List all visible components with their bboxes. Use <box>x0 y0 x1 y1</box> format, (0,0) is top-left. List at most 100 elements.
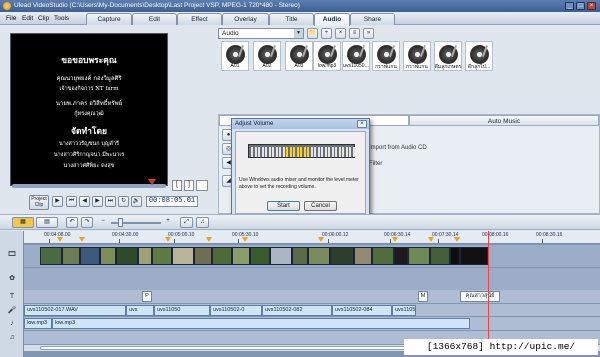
video-track[interactable] <box>24 245 600 267</box>
title-track[interactable]: P M คุณสาวสุนีย์ <box>24 290 600 303</box>
zoom-in-icon[interactable]: + <box>164 217 172 228</box>
video-clip[interactable] <box>330 247 354 265</box>
overlay-track[interactable] <box>24 268 600 290</box>
video-clip[interactable] <box>212 247 232 265</box>
video-clip[interactable] <box>292 247 308 265</box>
video-clip[interactable] <box>270 247 292 265</box>
video-clip[interactable] <box>40 247 62 265</box>
browse-folder-icon[interactable]: 📁 <box>307 28 318 39</box>
video-clip[interactable] <box>372 247 394 265</box>
cancel-button[interactable]: Cancel <box>304 201 337 211</box>
scrubber-handle[interactable] <box>148 179 156 185</box>
tab-effect[interactable]: Effect <box>177 13 222 25</box>
sort-icon[interactable]: ≡ <box>349 28 360 39</box>
chapter-marker[interactable] <box>454 237 460 242</box>
voice-track[interactable]: uvs110502-017.WAV uvs uvs11050 uvs110502… <box>24 304 600 316</box>
audio-clip[interactable]: uvs110502-0 <box>392 305 416 316</box>
end-button[interactable]: ⏭ <box>105 196 116 207</box>
fit-project-icon[interactable]: ⤢ <box>180 217 193 228</box>
chapter-marker[interactable] <box>206 237 212 242</box>
video-clip[interactable] <box>232 247 250 265</box>
close-button[interactable]: × <box>587 2 596 10</box>
undo-icon[interactable]: ↶ <box>66 217 78 228</box>
music-track[interactable]: low.mp3 low.mp3 <box>24 317 600 330</box>
audio-clip[interactable]: uvs110502-017.WAV <box>24 305 126 316</box>
menu-file[interactable]: File <box>6 15 16 22</box>
video-clip[interactable] <box>408 247 430 265</box>
zoom-slider-thumb[interactable] <box>118 218 123 227</box>
video-track-icon: 🎞 <box>7 251 17 258</box>
video-clip[interactable] <box>394 247 408 265</box>
chapter-marker[interactable] <box>57 237 63 242</box>
level-meter-bar <box>268 147 271 157</box>
project-clip-switch[interactable]: Project Clip <box>29 195 49 210</box>
video-clip[interactable] <box>172 247 194 265</box>
maximize-button[interactable]: □ <box>576 2 585 10</box>
video-clip[interactable] <box>62 247 80 265</box>
video-clip[interactable] <box>80 247 100 265</box>
video-clip[interactable] <box>354 247 372 265</box>
redo-icon[interactable]: ↷ <box>81 217 93 228</box>
volume-button[interactable]: 🔊 <box>131 196 142 207</box>
video-clip[interactable] <box>100 247 116 265</box>
repeat-button[interactable]: ↻ <box>118 196 129 207</box>
audio-clip[interactable]: low.mp3 <box>52 318 470 329</box>
video-clip[interactable] <box>460 247 488 265</box>
audio-clip[interactable]: uvs110502-0 <box>210 305 262 316</box>
audio-mixer-icon[interactable]: ♫ <box>196 217 209 228</box>
dialog-close-button[interactable]: × <box>357 120 367 128</box>
home-button[interactable]: ⏮ <box>66 196 77 207</box>
minimize-button[interactable]: _ <box>565 2 574 10</box>
tab-edit[interactable]: Edit <box>132 13 177 25</box>
video-clip[interactable] <box>152 247 172 265</box>
title-clip[interactable]: P <box>142 291 152 302</box>
chapter-marker[interactable] <box>318 237 324 242</box>
title-clip[interactable]: คุณสาวสุนีย์ <box>460 291 500 302</box>
video-clip[interactable] <box>194 247 212 265</box>
chapter-marker[interactable] <box>392 237 398 242</box>
previous-frame-button[interactable]: ◀ <box>79 196 90 207</box>
chapter-marker[interactable] <box>165 237 171 242</box>
start-button[interactable]: Start <box>267 201 300 211</box>
title-clip[interactable]: M <box>418 291 428 302</box>
scrubber-bar[interactable] <box>12 184 166 188</box>
chapter-marker[interactable] <box>242 237 248 242</box>
mark-out-button[interactable]: ] <box>184 180 194 191</box>
audio-clip[interactable]: low.mp3 <box>24 318 52 329</box>
tab-capture[interactable]: Capture <box>86 13 132 25</box>
audio-clip[interactable]: uvs <box>126 305 154 316</box>
delete-icon[interactable]: × <box>335 28 346 39</box>
video-clip[interactable] <box>450 247 460 265</box>
expand-icon[interactable]: » <box>363 28 374 39</box>
video-clip[interactable] <box>138 247 152 265</box>
snapshot-button[interactable] <box>196 180 208 191</box>
audio-clip[interactable]: uvs11050 <box>154 305 210 316</box>
play-button[interactable]: ▶ <box>52 196 63 207</box>
chapter-marker[interactable] <box>79 237 85 242</box>
mark-in-button[interactable]: [ <box>172 180 182 191</box>
tab-share[interactable]: Share <box>350 13 395 25</box>
audio-clip[interactable]: uvs110502-082 <box>262 305 332 316</box>
next-frame-button[interactable]: ▶ <box>92 196 103 207</box>
menu-tools[interactable]: Tools <box>54 15 69 22</box>
add-media-icon[interactable]: + <box>321 28 332 39</box>
library-category-dropdown[interactable]: Audio ▼ <box>218 28 304 39</box>
video-clip[interactable] <box>308 247 330 265</box>
menu-clip[interactable]: Clip <box>38 15 49 22</box>
timeline-view-icon[interactable]: ▤ <box>36 217 58 228</box>
chapter-marker[interactable] <box>428 237 434 242</box>
timecode-field[interactable]: 00:08:05.01 <box>146 196 198 207</box>
playhead[interactable] <box>488 231 489 343</box>
audio-clip[interactable]: uvs110502-084 <box>332 305 392 316</box>
zoom-out-icon[interactable]: − <box>99 217 107 228</box>
storyboard-view-icon[interactable]: ▦ <box>12 217 34 228</box>
menu-edit[interactable]: Edit <box>22 15 33 22</box>
tab-overlay[interactable]: Overlay <box>222 13 269 25</box>
time-ruler[interactable]: 00:04:08.00 00:04:30.00 00:05:00.10 00:0… <box>24 231 600 244</box>
tab-title[interactable]: Title <box>269 13 314 25</box>
tab-audio[interactable]: Audio <box>314 13 350 26</box>
video-clip[interactable] <box>116 247 138 265</box>
tab-auto-music[interactable]: Auto Music <box>409 115 599 126</box>
video-clip[interactable] <box>250 247 270 265</box>
video-clip[interactable] <box>430 247 450 265</box>
